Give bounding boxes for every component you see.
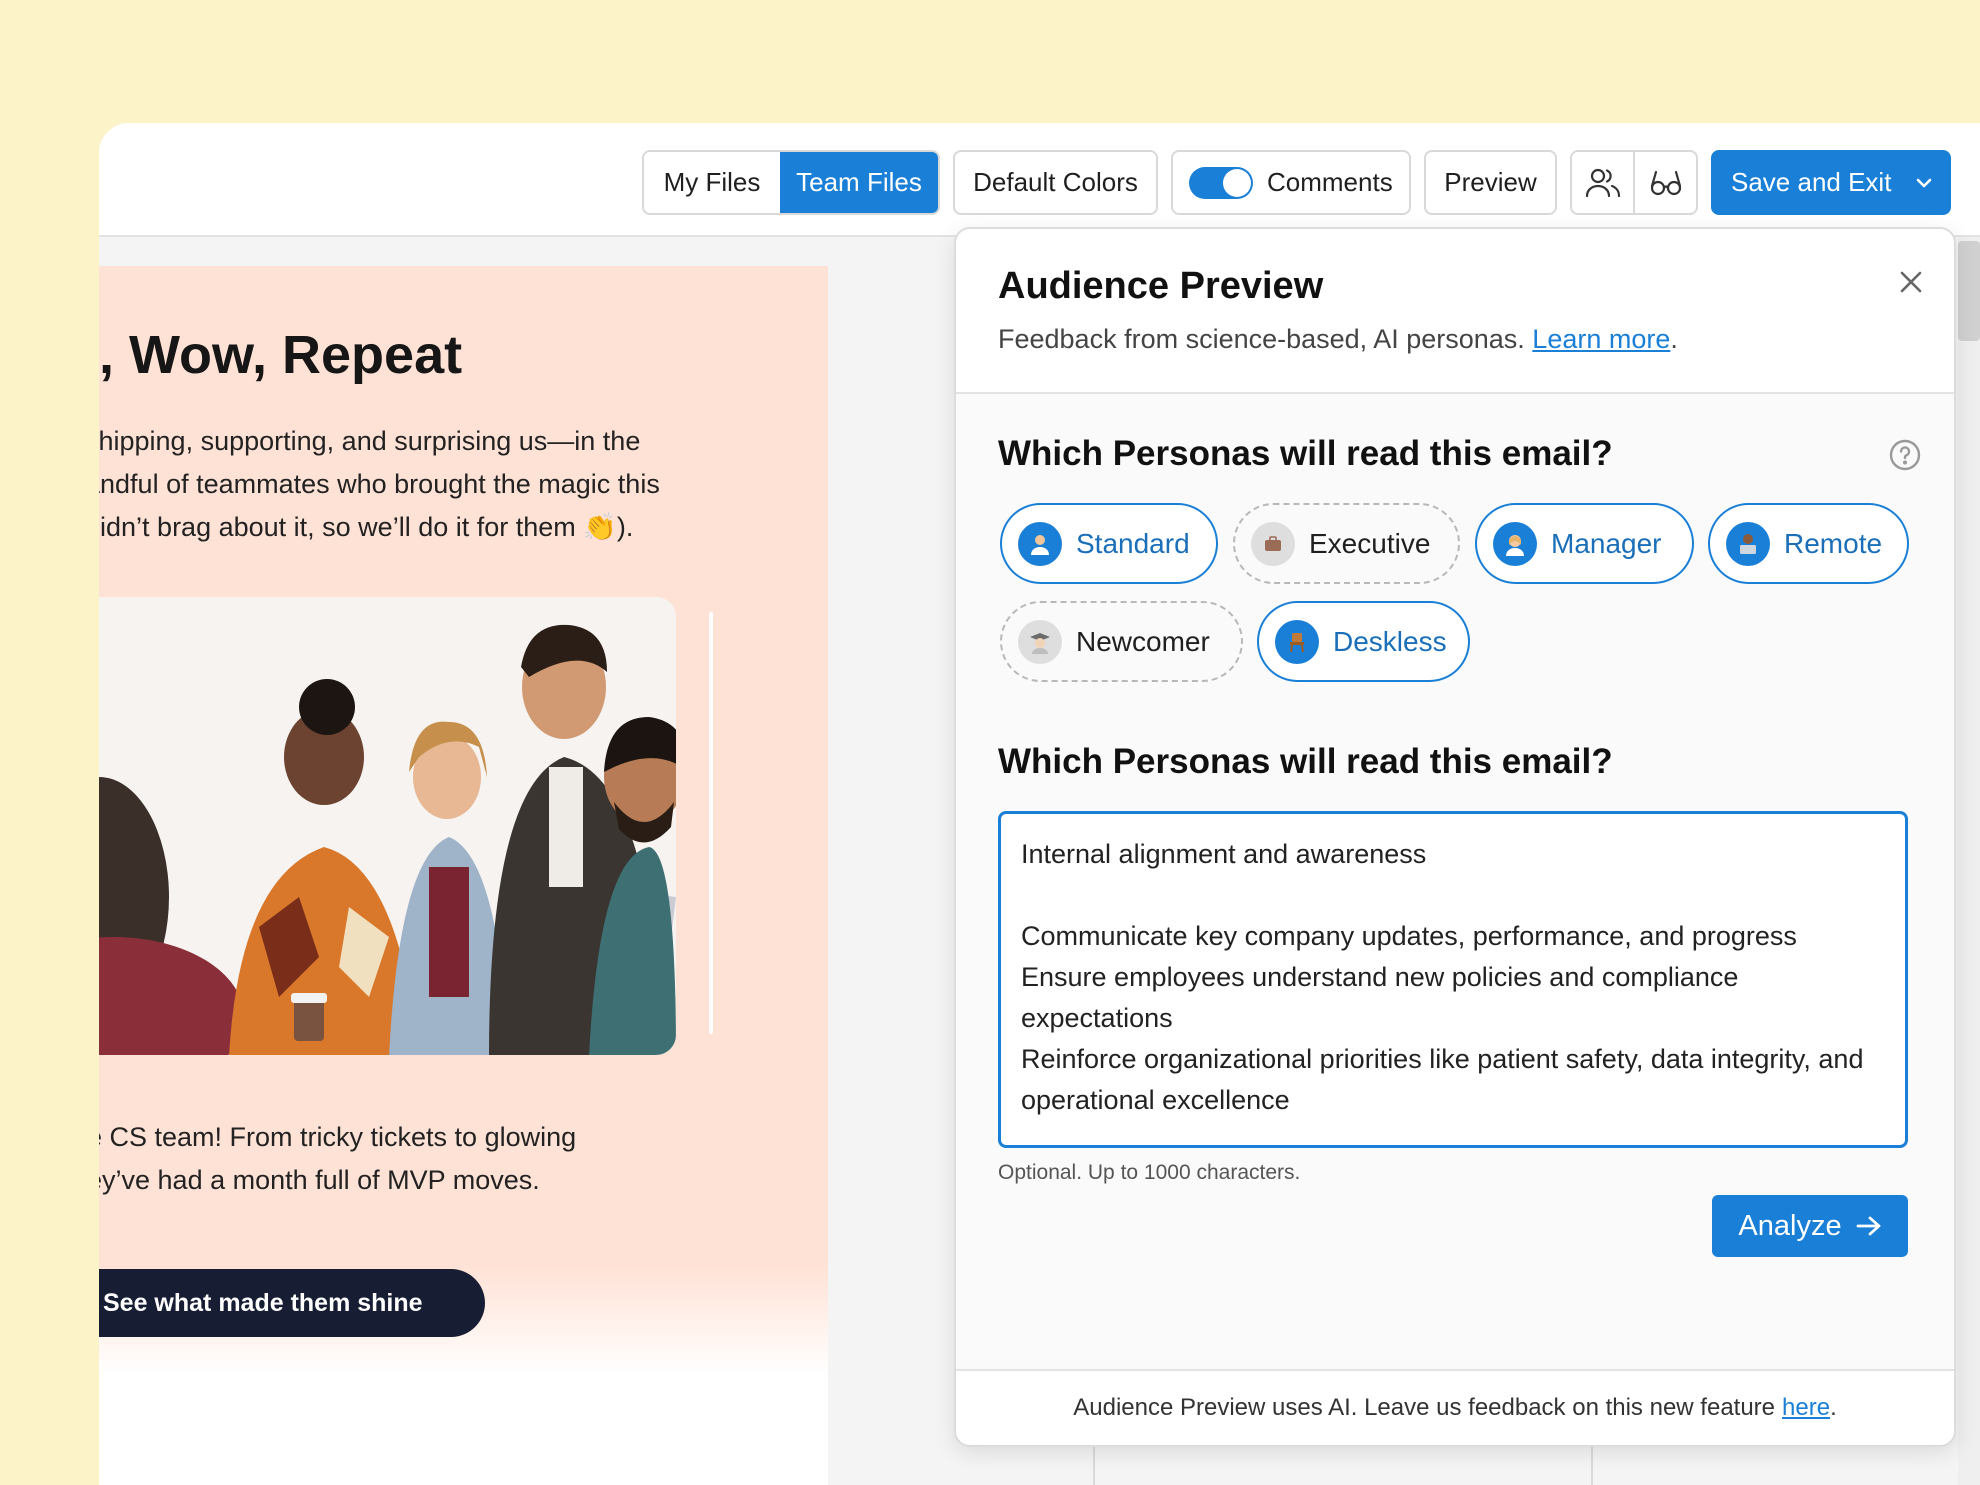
my-files-tab[interactable]: My Files: [644, 152, 780, 213]
email-body: e CS team! From tricky tickets to glowin…: [99, 1116, 576, 1202]
team-files-tab[interactable]: Team Files: [780, 152, 938, 213]
default-colors-button[interactable]: Default Colors: [953, 150, 1158, 215]
persona-label: Standard: [1076, 527, 1190, 559]
files-segmented-control: My Files Team Files: [642, 150, 940, 215]
briefcase-icon: [1251, 521, 1295, 566]
toolbar: My Files Team Files Default Colors Comme…: [99, 123, 1980, 237]
email-headline: k, Wow, Repeat: [99, 325, 463, 385]
comments-toggle-button[interactable]: Comments: [1171, 150, 1411, 215]
email-intro-line: didn’t brag about it, so we’ll do it for…: [99, 512, 634, 542]
email-intro-line: shipping, supporting, and surprising us—…: [99, 426, 641, 456]
goals-hint: Optional. Up to 1000 characters.: [998, 1161, 1301, 1184]
save-and-exit-button[interactable]: Save and Exit: [1711, 150, 1951, 215]
persona-chip-newcomer[interactable]: Newcomer: [1000, 601, 1243, 682]
email-intro: shipping, supporting, and surprising us—…: [99, 420, 660, 549]
audience-preview-panel: Audience Preview Feedback from science-b…: [954, 227, 1956, 1447]
feedback-link[interactable]: here: [1782, 1394, 1830, 1422]
comments-label: Comments: [1267, 167, 1393, 197]
persona-chip-executive[interactable]: Executive: [1233, 503, 1460, 584]
comments-toggle-switch[interactable]: [1189, 166, 1253, 199]
email-body-line: ey’ve had a month full of MVP moves.: [99, 1165, 540, 1195]
persona-chip-manager[interactable]: Manager: [1475, 503, 1694, 584]
persona-label: Newcomer: [1076, 625, 1210, 657]
panel-header: Audience Preview Feedback from science-b…: [956, 229, 1954, 394]
save-and-exit-label: Save and Exit: [1731, 167, 1892, 197]
laptop-icon: [1726, 521, 1770, 566]
period: .: [1830, 1394, 1837, 1421]
personas-question: Which Personas will read this email?: [998, 434, 1613, 473]
panel-title: Audience Preview: [998, 265, 1324, 307]
email-canvas: k, Wow, Repeat shipping, supporting, and…: [99, 266, 828, 1485]
scrollbar-thumb[interactable]: [1958, 241, 1980, 341]
help-icon[interactable]: [1888, 438, 1922, 472]
person-icon: [1018, 521, 1062, 566]
arrow-right-icon: [1856, 1216, 1880, 1236]
graduate-icon: [1018, 619, 1062, 664]
audience-icon[interactable]: [1572, 152, 1633, 213]
persona-label: Deskless: [1333, 625, 1447, 657]
person-icon: [1493, 521, 1537, 566]
toggle-knob: [1223, 168, 1251, 197]
footer-text: Audience Preview uses AI. Leave us feedb…: [1073, 1394, 1776, 1421]
panel-footer: Audience Preview uses AI. Leave us feedb…: [956, 1369, 1954, 1445]
learn-more-link[interactable]: Learn more: [1532, 324, 1670, 354]
chevron-down-icon[interactable]: [1899, 177, 1949, 189]
email-body-line: e CS team! From tricky tickets to glowin…: [99, 1122, 577, 1152]
persona-label: Remote: [1784, 527, 1883, 559]
analyze-button[interactable]: Analyze: [1712, 1195, 1908, 1257]
scrollbar-track[interactable]: [1958, 237, 1980, 1485]
team-photo: [99, 597, 676, 1055]
persona-chip-deskless[interactable]: Deskless: [1257, 601, 1470, 682]
close-icon[interactable]: [1896, 267, 1926, 297]
persona-label: Executive: [1309, 527, 1431, 559]
divider-line: [709, 612, 713, 1034]
persona-chip-standard[interactable]: Standard: [1000, 503, 1218, 584]
email-cta-button[interactable]: See what made them shine: [99, 1269, 485, 1337]
glasses-icon[interactable]: [1633, 152, 1696, 213]
period: .: [1670, 324, 1678, 354]
analyze-label: Analyze: [1738, 1209, 1842, 1242]
persona-label: Manager: [1551, 527, 1662, 559]
view-icon-group: [1570, 150, 1698, 215]
persona-chip-remote[interactable]: Remote: [1708, 503, 1909, 584]
chair-icon: [1275, 619, 1319, 664]
email-goals-textarea[interactable]: Internal alignment and awareness Communi…: [998, 811, 1908, 1148]
goals-question: Which Personas will read this email?: [998, 742, 1613, 781]
preview-button[interactable]: Preview: [1424, 150, 1557, 215]
panel-subtitle-text: Feedback from science-based, AI personas…: [998, 324, 1525, 354]
panel-subtitle: Feedback from science-based, AI personas…: [998, 324, 1678, 355]
email-intro-line: andful of teammates who brought the magi…: [99, 469, 660, 499]
